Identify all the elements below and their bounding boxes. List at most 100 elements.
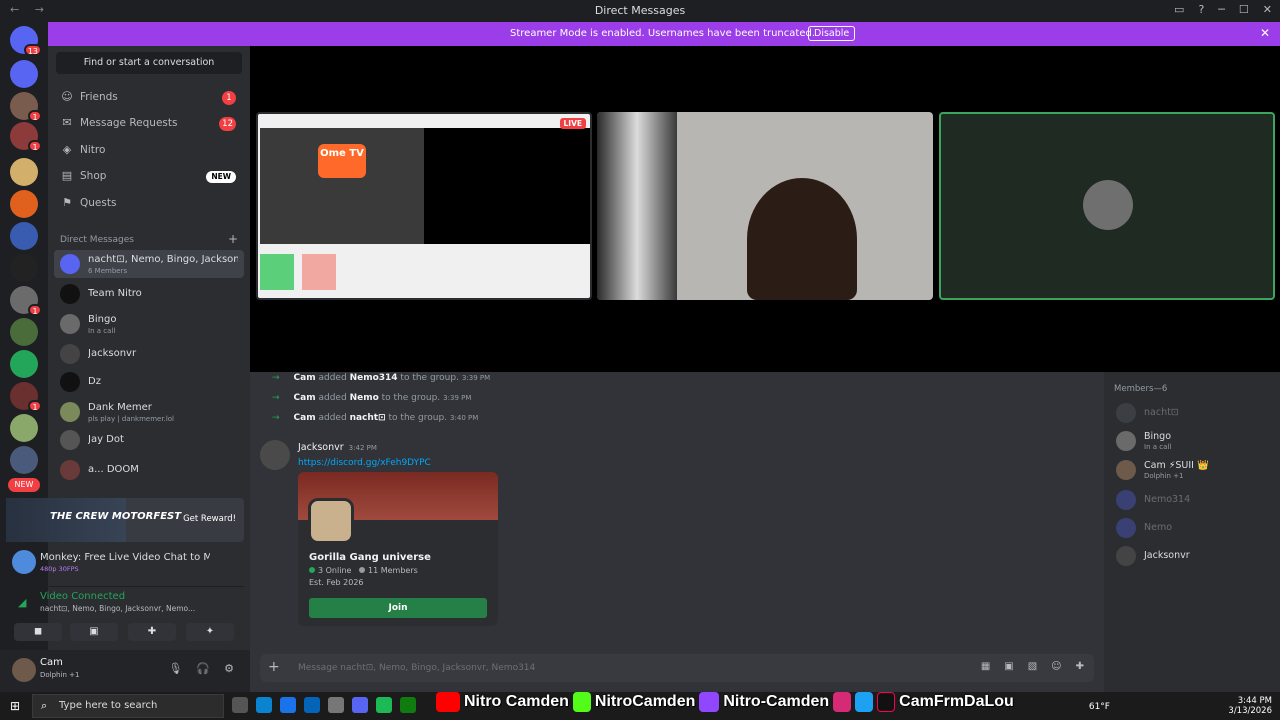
microphone-icon[interactable]: 🎙	[168, 662, 182, 675]
camera-tile[interactable]	[597, 112, 933, 300]
camera-button[interactable]: ◼	[14, 623, 62, 641]
screen-share-tile[interactable]: Ome TV LIVE	[256, 112, 592, 300]
requests-count-badge: 12	[219, 117, 236, 131]
system-tray[interactable]: 61°F 3:44 PM 3/13/2026	[1089, 696, 1272, 716]
weather-readout: 61°F	[1088, 702, 1110, 712]
edge-icon[interactable]	[256, 697, 272, 713]
friends-count-badge: 1	[222, 91, 236, 105]
search-icon: ⌕	[41, 699, 48, 712]
instagram-icon	[833, 692, 852, 712]
new-servers-badge[interactable]: NEW	[8, 478, 40, 492]
home-button[interactable]: 13	[10, 26, 42, 56]
nav-shop[interactable]: ▤ Shop NEW	[54, 165, 244, 189]
spotify-icon[interactable]	[376, 697, 392, 713]
member-item[interactable]: Nemo314	[1112, 486, 1272, 512]
disable-streamer-mode-button[interactable]: Disable	[808, 26, 856, 41]
nav-message-requests[interactable]: ✉ Message Requests 12	[54, 112, 244, 136]
user-panel: Cam Dolphin +1 🎙 🎧 ⚙	[0, 650, 250, 692]
message-input[interactable]	[298, 660, 918, 676]
discord-icon[interactable]	[352, 697, 368, 713]
streamer-mode-banner: Streamer Mode is enabled. Usernames have…	[48, 22, 1280, 46]
member-item[interactable]: Bingo In a call	[1112, 427, 1272, 453]
settings-gear-icon[interactable]: ⚙	[224, 662, 234, 675]
server-icon[interactable]	[10, 414, 38, 442]
screen-share-button[interactable]: ▣	[70, 623, 118, 641]
dm-item-jay-dot[interactable]: Jay Dot	[54, 426, 244, 454]
server-icon[interactable]	[10, 222, 38, 250]
gif-icon[interactable]: ▣	[1004, 661, 1013, 672]
server-icon[interactable]	[10, 158, 38, 186]
sticker-icon[interactable]: ▧	[1028, 661, 1037, 672]
avatar	[1116, 431, 1136, 451]
activity-quality: 480p 30FPS	[40, 565, 79, 573]
create-dm-icon[interactable]: +	[228, 232, 238, 246]
voice-channel[interactable]: nacht⊡, Nemo, Bingo, Jacksonvr, Nemo...	[40, 604, 195, 613]
quest-promo-card[interactable]: THE CREW MOTORFEST Get Reward!	[6, 498, 244, 542]
headset-icon[interactable]: 🎧	[196, 662, 210, 675]
dm-item-bingo[interactable]: Bingo In a call	[54, 310, 244, 338]
nav-nitro[interactable]: ◈ Nitro	[54, 139, 244, 163]
system-message: → Cam added nacht⊡ to the group. 3:40 PM	[272, 413, 479, 423]
avatar[interactable]	[12, 658, 36, 682]
app-icon	[12, 550, 36, 574]
server-icon[interactable]	[10, 318, 38, 346]
server-icon[interactable]	[10, 190, 38, 218]
participant-avatar	[1083, 180, 1133, 230]
member-item[interactable]: Jacksonvr	[1112, 542, 1272, 568]
attach-plus-icon[interactable]: +	[268, 659, 280, 675]
member-item[interactable]: Nemo	[1112, 514, 1272, 540]
gift-icon[interactable]: ▦	[981, 661, 990, 672]
get-reward-button[interactable]: Get Reward!	[183, 514, 236, 524]
server-icon[interactable]: 1	[10, 382, 42, 412]
invite-link[interactable]: https://discord.gg/xFeh9DYPC	[298, 458, 431, 468]
calculator-icon[interactable]	[328, 697, 344, 713]
avatar	[1116, 518, 1136, 538]
server-icon[interactable]	[10, 60, 38, 88]
taskbar-search[interactable]: ⌕ Type here to search	[32, 694, 224, 718]
title-bar: ← → Direct Messages ▭ ? ─ ☐ ✕	[0, 0, 1280, 22]
apps-icon[interactable]: ✚	[1076, 661, 1084, 672]
soundboard-button[interactable]: ✦	[186, 623, 234, 641]
mail-icon: ✉	[62, 116, 72, 129]
xbox-icon[interactable]	[400, 697, 416, 713]
outlook-icon[interactable]	[304, 697, 320, 713]
server-icon[interactable]	[10, 254, 38, 282]
server-icon[interactable]: 1	[10, 92, 42, 122]
inbox-icon[interactable]: ▭	[1174, 3, 1184, 16]
avatar	[60, 460, 80, 480]
member-item[interactable]: nacht⊡	[1112, 399, 1272, 425]
activities-button[interactable]: ✚	[128, 623, 176, 641]
find-conversation-button[interactable]: Find or start a conversation	[56, 52, 242, 74]
close-banner-icon[interactable]: ✕	[1260, 26, 1270, 40]
guild-name: Gorilla Gang universe	[309, 552, 431, 563]
task-view-icon[interactable]	[232, 697, 248, 713]
member-item[interactable]: Cam ⚡SUII 👑 Dolphin +1	[1112, 456, 1272, 482]
participant-tile[interactable]	[939, 112, 1275, 300]
dm-item-jacksonvr[interactable]: Jacksonvr	[54, 340, 244, 368]
help-icon[interactable]: ?	[1198, 3, 1204, 16]
maximize-icon[interactable]: ☐	[1239, 3, 1249, 16]
video-stage: Ome TV LIVE	[250, 46, 1280, 372]
server-icon[interactable]	[10, 350, 38, 378]
taskbar-apps	[232, 697, 416, 713]
app-icon[interactable]	[280, 697, 296, 713]
minimize-icon[interactable]: ─	[1218, 3, 1225, 16]
nav-friends[interactable]: ☺ Friends 1	[54, 86, 244, 110]
server-icon[interactable]: 1	[10, 286, 42, 316]
close-window-icon[interactable]: ✕	[1263, 3, 1272, 16]
nav-quests[interactable]: ⚑ Quests	[54, 192, 244, 216]
signal-icon[interactable]: ◢	[18, 596, 26, 609]
dm-item-team-nitro[interactable]: Team Nitro	[54, 280, 244, 308]
avatar[interactable]	[260, 440, 290, 470]
activity-status[interactable]: Monkey: Free Live Video Chat to M... 480…	[6, 546, 244, 576]
join-button[interactable]: Join	[309, 598, 487, 618]
server-icon[interactable]	[10, 446, 38, 474]
dm-item-doom[interactable]: a... DOOM	[54, 456, 244, 484]
dm-item-dank-memer[interactable]: Dank Memer pls play | dankmemer.lol	[54, 398, 244, 426]
server-icon[interactable]: 1	[10, 122, 42, 152]
windows-start-icon[interactable]: ⊞	[10, 699, 20, 713]
message-author[interactable]: Jacksonvr 3:42 PM	[298, 442, 377, 453]
emoji-icon[interactable]: ☺	[1051, 661, 1061, 672]
dm-item-group[interactable]: nacht⊡, Nemo, Bingo, Jacksonv... 6 Membe…	[54, 250, 244, 278]
dm-item-dz[interactable]: Dz	[54, 368, 244, 396]
